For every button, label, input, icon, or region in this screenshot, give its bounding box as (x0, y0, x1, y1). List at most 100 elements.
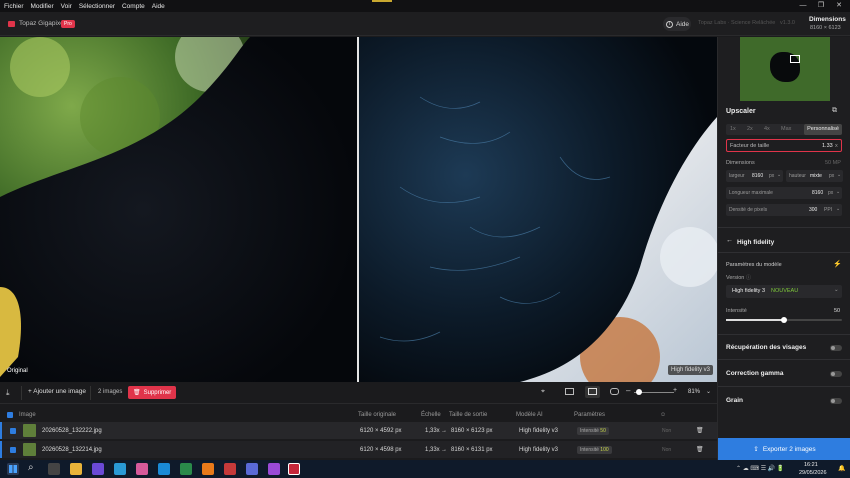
divider (90, 386, 91, 400)
crop-icon[interactable]: ⧉ (832, 107, 837, 115)
menu-account[interactable]: Compte (122, 3, 145, 10)
column-image[interactable]: Image (19, 412, 36, 418)
search-icon[interactable]: ⌕ (28, 462, 34, 473)
row-checkbox[interactable] (10, 427, 16, 434)
zoom-slider-handle[interactable] (636, 389, 642, 395)
task-view-icon[interactable] (48, 463, 60, 475)
longest-side-label: Longueur maximale (729, 190, 773, 196)
column-parameters[interactable]: Paramètres (574, 412, 605, 418)
comparison-divider[interactable] (357, 37, 359, 382)
intensity-slider[interactable] (726, 317, 842, 323)
trash-icon[interactable]: 🗑 (696, 427, 704, 434)
intensity-label: Intensité (726, 308, 747, 314)
table-header: Image Taille originale Échelle Taille de… (0, 406, 717, 423)
delete-button[interactable]: 🗑 Supprimer (128, 386, 177, 399)
table-row[interactable]: 20260528_132214.jpg 6120 × 4598 px 1,33x… (0, 441, 717, 458)
app-icon[interactable] (114, 463, 126, 475)
column-scale[interactable]: Échelle (421, 412, 441, 418)
zoom-in-icon[interactable]: + (673, 387, 677, 394)
face-recovery-toggle[interactable] (830, 345, 842, 351)
help-button[interactable]: i Aide (663, 17, 691, 31)
zoom-out-icon[interactable]: – (626, 386, 630, 395)
close-icon[interactable]: ✕ (830, 0, 848, 12)
edge-icon[interactable] (158, 463, 170, 475)
ai-model: High fidelity v3 (519, 446, 559, 453)
clock-time[interactable]: 16:21 (804, 462, 818, 468)
minimize-icon[interactable]: — (794, 0, 812, 12)
sidebar: Upscaler ⧉ 1x 2x 4x Max Personnalisé Fac… (717, 37, 850, 460)
tab-4x[interactable]: 4x (764, 126, 770, 132)
row-checkbox[interactable] (10, 446, 16, 453)
tab-1x[interactable]: 1x (730, 126, 736, 132)
focus-icon[interactable]: ⌖ (541, 388, 545, 396)
store-icon[interactable] (180, 463, 192, 475)
app-icon[interactable] (92, 463, 104, 475)
clock-date[interactable]: 29/05/2026 (799, 470, 827, 476)
file-explorer-icon[interactable] (70, 463, 82, 475)
copilot-icon[interactable] (136, 463, 148, 475)
scale-tabs: 1x 2x 4x Max Personnalisé (726, 124, 842, 135)
intensity-slider-handle[interactable] (781, 317, 787, 323)
table-row[interactable]: 20260528_132222.jpg 6120 × 4592 px 1,33x… (0, 422, 717, 439)
menu-edit[interactable]: Modifier (31, 3, 54, 10)
tab-max[interactable]: Max (781, 126, 791, 132)
vlc-icon[interactable] (202, 463, 214, 475)
menu-help[interactable]: Aide (152, 3, 165, 10)
divider (718, 334, 850, 335)
chevron-down-icon: ⌄ (834, 287, 839, 293)
longest-side-field[interactable]: Longueur maximale 8160 px ⌄ (726, 187, 842, 199)
menu-select[interactable]: Sélectionner (79, 3, 115, 10)
back-arrow-icon[interactable]: ← (726, 237, 733, 244)
split-view-button[interactable] (585, 386, 600, 398)
height-label: hauteur (789, 173, 806, 179)
original-label: Original (7, 368, 28, 374)
collapse-icon[interactable]: ⤓ (6, 388, 10, 398)
select-all-checkbox[interactable] (7, 411, 13, 418)
tab-2x[interactable]: 2x (747, 126, 753, 132)
version-select[interactable]: High fidelity 3 NOUVEAU ⌄ (726, 285, 842, 298)
preview-thumbnail[interactable] (740, 37, 830, 101)
grain-label: Grain (726, 397, 743, 404)
preview-viewport[interactable] (790, 55, 800, 63)
pixel-density-field[interactable]: Densité de pixels 300 PPI ⌄ (726, 204, 842, 216)
tray-icons[interactable]: ⌃ ☁ ⌨ ☰ 🔊 🔋 (736, 465, 784, 472)
column-ai-model[interactable]: Modèle AI (516, 412, 543, 418)
teams-icon[interactable] (246, 463, 258, 475)
maximize-icon[interactable]: ❐ (812, 0, 830, 12)
intensity-value: 50 (834, 308, 841, 314)
column-output-size[interactable]: Taille de sortie (449, 412, 487, 418)
face-recovery-label: Récupération des visages (726, 344, 807, 351)
dimensions-value: 8160 × 6123 (810, 25, 841, 31)
pixel-density-label: Densité de pixels (729, 207, 768, 213)
windows-start-icon[interactable] (7, 463, 19, 475)
gamma-correction-label: Correction gamma (726, 370, 784, 377)
side-by-side-icon[interactable] (610, 388, 619, 395)
scale-factor-label: Facteur de taille (730, 143, 770, 149)
menu-file[interactable]: Fichier (4, 3, 24, 10)
width-value: 8160 (752, 173, 764, 179)
divider (718, 359, 850, 360)
app-icon[interactable] (224, 463, 236, 475)
single-view-icon[interactable] (565, 388, 574, 395)
width-field[interactable]: largeur 8160 px ⌄ (726, 170, 783, 182)
add-image-button[interactable]: + Ajouter une image (28, 388, 86, 395)
export-button[interactable]: ⇪ Exporter 2 images (718, 438, 850, 460)
add-image-label: Ajouter une image (33, 388, 87, 395)
height-unit: px (829, 173, 835, 179)
tab-custom[interactable]: Personnalisé (804, 124, 842, 135)
info-icon: ⓘ (746, 275, 752, 281)
grain-toggle[interactable] (830, 398, 842, 404)
app-icon[interactable] (268, 463, 280, 475)
arrow-icon: → (441, 427, 447, 434)
menu-view[interactable]: Voir (61, 3, 72, 10)
gamma-correction-toggle[interactable] (830, 371, 842, 377)
height-field[interactable]: hauteur mixte px ⌄ (786, 170, 843, 182)
lightning-icon: ⚡ (833, 261, 842, 268)
scale-factor-field[interactable]: Facteur de taille 1.33 x (726, 139, 842, 152)
notification-icon[interactable]: 🔔 (838, 465, 845, 472)
image-viewer[interactable]: Original High fidelity v3 (0, 37, 717, 382)
chevron-down-icon[interactable]: ⌄ (706, 388, 711, 395)
column-original-size[interactable]: Taille originale (358, 412, 396, 418)
topaz-gigapixel-icon[interactable] (288, 463, 300, 475)
trash-icon[interactable]: 🗑 (696, 446, 704, 453)
